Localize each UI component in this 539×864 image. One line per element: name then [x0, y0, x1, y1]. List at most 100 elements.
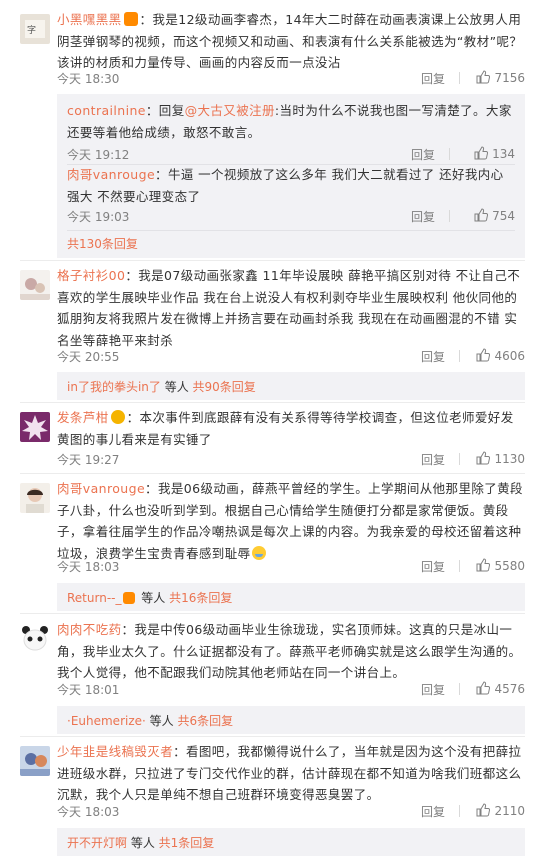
reply-box: in了我的拳头in了 等人 共90条回复: [57, 372, 525, 400]
more-replies: Return--_ 等人 共16条回复: [67, 589, 232, 606]
reply-box: 开不开灯啊 等人 共1条回复: [57, 828, 525, 856]
avatar-image: [20, 412, 50, 442]
reply-button[interactable]: 回复: [421, 558, 445, 575]
reply-button[interactable]: 回复: [421, 681, 445, 698]
reply-user-link[interactable]: ·Euhemerize·: [67, 714, 146, 728]
avatar[interactable]: [20, 746, 50, 776]
more-replies-link[interactable]: 共6条回复: [177, 714, 233, 728]
like-button[interactable]: 134: [457, 146, 515, 161]
comment-meta: 今天 18:30 回复 7156: [57, 70, 525, 88]
comment-meta: 今天 20:55 回复 4606: [57, 348, 525, 366]
comment-meta: 今天 18:01 回复 4576: [57, 681, 525, 699]
mention-link[interactable]: @大古又被注册: [185, 103, 275, 118]
more-replies: ·Euhemerize· 等人 共6条回复: [67, 712, 233, 729]
reply-user-link[interactable]: 开不开灯啊: [67, 836, 127, 850]
like-button[interactable]: 754: [457, 208, 515, 223]
thumb-up-icon: [474, 146, 489, 160]
comment-body: ：我是中传06级动画毕业生徐珑珑，实名顶师妹。这真的只是冰山一角，我毕业太久了。…: [57, 622, 522, 680]
comment-text: 发条芦柑 ：本次事件到底跟薛有没有关系得等待学校调查，但这位老师爱好发黄图的事儿看…: [57, 407, 525, 450]
like-button[interactable]: 4576: [467, 681, 525, 696]
reply-meta: 今天 19:12 回复 134: [67, 146, 515, 164]
avatar[interactable]: [20, 623, 50, 653]
comment-text: 小黑嘿黑黑 ：我是12级动画李睿杰，14年大二时薛在动画表演课上公放男人用阴茎弹钢…: [57, 9, 525, 74]
like-button[interactable]: 5580: [467, 558, 525, 573]
like-count: 5580: [494, 559, 525, 573]
reply-box: Return--_ 等人 共16条回复: [57, 583, 525, 611]
separator: [449, 210, 450, 222]
reply-user-link[interactable]: Return--_: [67, 591, 121, 605]
reply-button[interactable]: 回复: [411, 208, 435, 225]
comment-divider: [20, 260, 525, 261]
thumb-up-icon: [476, 803, 491, 817]
avatar-image: [20, 270, 50, 300]
svg-text:字: 字: [27, 24, 36, 36]
comment-text: 肉哥vanrouge：我是06级动画，薛燕平曾经的学生。上学期间从他那里除了黄段…: [57, 478, 525, 564]
reply-meta: 今天 19:03 回复 754: [67, 208, 515, 226]
like-count: 754: [492, 209, 515, 223]
comment-text: 格子衬衫00：我是07级动画张家鑫 11年毕设展映 薛艳平搞区别对待 不让自己不…: [57, 265, 525, 351]
reply-button[interactable]: 回复: [421, 70, 445, 87]
comment-time: 今天 18:03: [57, 560, 120, 574]
separator: [459, 683, 460, 695]
more-replies: in了我的拳头in了 等人 共90条回复: [67, 378, 256, 395]
comment-meta: 今天 18:03 回复 5580: [57, 558, 525, 576]
like-button[interactable]: 7156: [467, 70, 525, 85]
comment-divider: [20, 736, 525, 737]
avatar[interactable]: 字: [20, 14, 50, 44]
avatar-image: [20, 483, 50, 513]
thumb-up-icon: [474, 208, 489, 222]
more-replies-link[interactable]: 共16条回复: [169, 591, 232, 605]
like-button[interactable]: 4606: [467, 348, 525, 363]
reply-box: contrailnine：回复@大古又被注册:当时为什么不说我也图一写清楚了。大…: [57, 94, 525, 258]
thumb-up-icon: [476, 451, 491, 465]
comment-time: 今天 20:55: [57, 350, 120, 364]
comment-author-link[interactable]: 少年韭是线稿毁灭者: [57, 744, 173, 759]
reply-button[interactable]: 回复: [421, 348, 445, 365]
like-button[interactable]: 1130: [467, 451, 525, 466]
comment-body: ：本次事件到底跟薛有没有关系得等待学校调查，但这位老师爱好发黄图的事儿看来是有实…: [57, 410, 514, 447]
comment-author-link[interactable]: 小黑嘿黑黑: [57, 12, 122, 27]
comment-divider: [20, 613, 525, 614]
more-replies-link[interactable]: 共1条回复: [159, 836, 215, 850]
more-replies-link[interactable]: 共90条回复: [193, 380, 256, 394]
avatar[interactable]: [20, 270, 50, 300]
more-replies: 开不开灯啊 等人 共1条回复: [67, 834, 214, 851]
more-mid: 等人: [137, 591, 170, 605]
reply-button[interactable]: 回复: [421, 451, 445, 468]
comment-divider: [20, 402, 525, 403]
avatar[interactable]: [20, 483, 50, 513]
reply-author-link[interactable]: 肉哥vanrouge: [67, 167, 155, 182]
reply-author-link[interactable]: contrailnine: [67, 103, 146, 118]
comment-time: 今天 19:27: [57, 453, 120, 467]
more-mid: 等人: [160, 380, 193, 394]
more-mid: 等人: [145, 714, 178, 728]
separator: [459, 560, 460, 572]
like-count: 4576: [494, 682, 525, 696]
vip-badge-icon: [110, 410, 125, 424]
like-count: 1130: [494, 452, 525, 466]
more-mid: 等人: [127, 836, 159, 850]
comment-time: 今天 18:01: [57, 683, 120, 697]
comment-body: ：我是07级动画张家鑫 11年毕设展映 薛艳平搞区别对待 不让自己不喜欢的学生展…: [57, 268, 521, 348]
reply-time: 今天 19:03: [67, 210, 130, 224]
reply-user-link[interactable]: in了我的拳头in了: [67, 380, 161, 394]
reply-box: ·Euhemerize· 等人 共6条回复: [57, 706, 525, 734]
reply-button[interactable]: 回复: [421, 803, 445, 820]
like-count: 4606: [494, 349, 525, 363]
reply-time: 今天 19:12: [67, 148, 130, 162]
vip-badge-icon: [123, 592, 136, 604]
comment-meta: 今天 19:27 回复 1130: [57, 451, 525, 469]
separator: [459, 350, 460, 362]
comment-divider: [20, 473, 525, 474]
comment-author-link[interactable]: 发条芦柑: [57, 410, 109, 425]
comment-author-link[interactable]: 格子衬衫00: [57, 268, 125, 283]
thumb-up-icon: [476, 70, 491, 84]
avatar[interactable]: [20, 412, 50, 442]
reply-button[interactable]: 回复: [411, 146, 435, 163]
comment-author-link[interactable]: 肉肉不吃药: [57, 622, 122, 637]
comment-author-link[interactable]: 肉哥vanrouge: [57, 481, 145, 496]
like-button[interactable]: 2110: [467, 803, 525, 818]
vip-badge-icon: [123, 12, 138, 26]
more-replies-link[interactable]: 共130条回复: [67, 235, 138, 252]
separator: [459, 72, 460, 84]
